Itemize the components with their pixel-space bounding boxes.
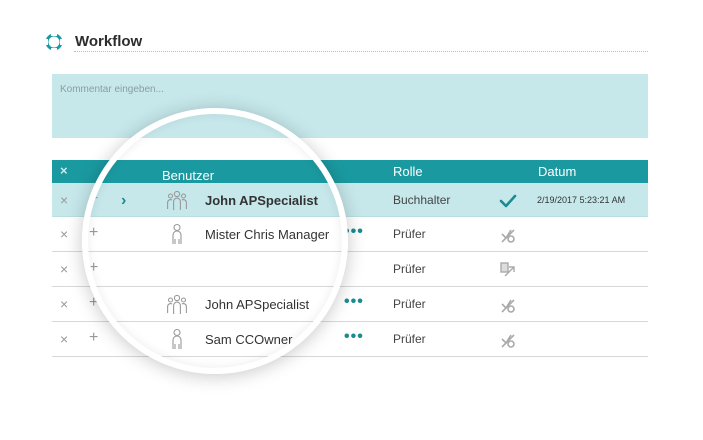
table-row[interactable]: × + Mister Chris Manager ••• Prüfer (52, 217, 648, 252)
more-options-button[interactable]: ••• (344, 223, 364, 241)
table-row[interactable]: × + Sam CCOwner ••• Prüfer (52, 322, 648, 357)
forward-document-icon (499, 261, 517, 279)
user-group-icon (166, 189, 188, 211)
add-row-button[interactable]: + (89, 259, 98, 277)
user-group-icon (166, 293, 188, 315)
remove-row-button[interactable]: × (60, 296, 68, 312)
add-row-button[interactable]: + (89, 224, 98, 242)
remove-row-button[interactable]: × (60, 226, 68, 242)
user-icon (166, 328, 188, 350)
role-label: Prüfer (393, 262, 426, 276)
clear-all-button[interactable]: × (60, 163, 68, 178)
table-row[interactable]: × + John APSpecialist ••• Prüfer (52, 287, 648, 322)
no-approval-icon (499, 331, 517, 349)
page-title: Workflow (75, 33, 143, 50)
column-header-role: Rolle (393, 164, 423, 179)
date-value: 2/19/2017 5:23:21 AM (537, 195, 626, 205)
column-header-user: Benutzer (162, 168, 215, 183)
remove-row-button[interactable]: × (60, 261, 68, 277)
comment-box[interactable] (52, 74, 648, 138)
remove-row-button[interactable]: × (60, 192, 68, 208)
table-header: × Benutzer Rolle Datum (52, 160, 648, 183)
workflow-header: Workflow (44, 30, 648, 52)
no-approval-icon (499, 296, 517, 314)
more-options-button[interactable]: ••• (344, 293, 364, 311)
workflow-ring-icon (45, 33, 63, 51)
user-name: John APSpecialist (205, 193, 318, 208)
add-row-button[interactable]: + (89, 294, 98, 312)
table-row[interactable]: × + › John APSpecialist Buchhalter 2/19/2017 … (52, 183, 648, 217)
table-row[interactable]: × + Prüfer (52, 252, 648, 287)
remove-row-button[interactable]: × (60, 331, 68, 347)
role-label: Prüfer (393, 227, 426, 241)
column-header-date: Datum (538, 164, 577, 179)
no-approval-icon (499, 226, 517, 244)
user-icon (166, 223, 188, 245)
user-name: John APSpecialist (205, 297, 310, 312)
role-label: Buchhalter (393, 193, 451, 207)
user-name: Mister Chris Manager (205, 227, 330, 242)
workflow-table: × Benutzer Rolle Datum × + › John APSpecial… (52, 160, 648, 357)
add-row-button[interactable]: + (89, 329, 98, 347)
user-name: Sam CCOwner (205, 332, 293, 347)
chevron-right-icon[interactable]: › (121, 192, 126, 210)
role-label: Prüfer (393, 297, 426, 311)
check-icon (499, 192, 517, 210)
comment-input[interactable] (52, 74, 648, 98)
more-options-button[interactable]: ••• (344, 328, 364, 346)
header-divider (74, 51, 648, 52)
add-row-button[interactable]: + (89, 190, 98, 208)
role-label: Prüfer (393, 332, 426, 346)
